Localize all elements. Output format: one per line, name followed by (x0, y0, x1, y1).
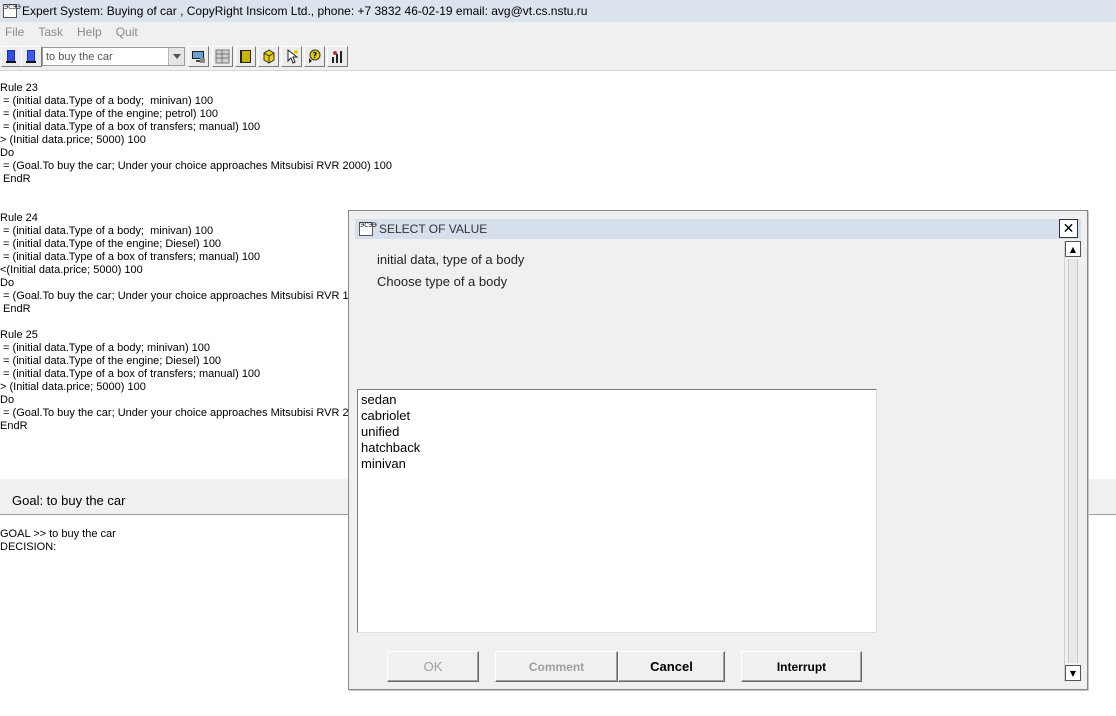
rule-line: = (initial data.Type of a body; minivan)… (0, 342, 211, 354)
scroll-down-icon[interactable]: ▼ (1065, 665, 1081, 681)
rule-line: = (initial data.Type of a body; minivan)… (0, 225, 214, 237)
save-book-icon[interactable] (21, 46, 42, 67)
goal-select-value: to buy the car (46, 50, 113, 63)
rule-line: EndR (0, 303, 31, 315)
rule-line: Rule 25 (0, 329, 38, 341)
rule-line: Do (0, 147, 15, 159)
toolbar: to buy the car ? (0, 42, 1116, 71)
rule-line: = (initial data.Type of the engine; petr… (0, 108, 219, 120)
dialog-scrollbar[interactable]: ▲ ▼ (1064, 241, 1081, 682)
rule-line: Rule 23 (0, 82, 38, 94)
rule-line: = (Goal.To buy the car; Under your choic… (0, 407, 361, 419)
dialog-titlebar: ЭСЭЭ SELECT OF VALUE (355, 219, 1081, 239)
menu-help[interactable]: Help (77, 25, 102, 39)
rule-block-24: Rule 24 = (initial data.Type of a body; … (0, 212, 361, 316)
rule-line: Do (0, 394, 15, 406)
svg-text:?: ? (313, 51, 318, 60)
rule-line: = (initial data.Type of a box of transfe… (0, 368, 261, 380)
close-icon: ✕ (1062, 220, 1075, 237)
select-value-dialog: ЭСЭЭ SELECT OF VALUE ✕ initial data, typ… (348, 210, 1088, 690)
cube-icon[interactable] (258, 46, 279, 67)
rule-block-25: Rule 25 = (initial data.Type of a body; … (0, 329, 361, 433)
list-item-minivan[interactable]: minivan (360, 456, 874, 472)
goal-label: Goal: to buy the car (12, 493, 126, 508)
list-item-hatchback[interactable]: hatchback (360, 440, 874, 456)
dialog-title: SELECT OF VALUE (379, 222, 488, 236)
yellow-book-icon[interactable] (235, 46, 256, 67)
output-line: DECISION: (0, 541, 57, 553)
scroll-up-icon[interactable]: ▲ (1065, 241, 1081, 257)
value-listbox[interactable]: sedan cabriolet unified hatchback miniva… (357, 389, 877, 633)
rule-line: EndR (0, 173, 31, 185)
rule-line: <(Initial data.price; 5000) 100 (0, 264, 143, 276)
rule-line: > (Initial data.price; 5000) 100 (0, 381, 146, 393)
menu-task[interactable]: Task (38, 25, 63, 39)
menu-quit[interactable]: Quit (116, 25, 138, 39)
chevron-down-icon[interactable] (168, 48, 184, 65)
chart-icon[interactable] (327, 46, 348, 67)
ok-button[interactable]: OK (387, 651, 479, 682)
rule-line: EndR (0, 420, 28, 432)
open-book-icon[interactable] (1, 46, 22, 67)
rule-line: = (initial data.Type of the engine; Dies… (0, 238, 222, 250)
list-item-sedan[interactable]: sedan (360, 392, 874, 408)
app-icon: ЭСЭЭ (3, 4, 21, 18)
help-icon[interactable]: ? (304, 46, 325, 67)
app-icon: ЭСЭЭ (359, 222, 377, 236)
rule-line: = (initial data.Type of the engine; Dies… (0, 355, 222, 367)
cancel-button[interactable]: Cancel (618, 651, 725, 682)
rule-line: = (Goal.To buy the car; Under your choic… (0, 290, 361, 302)
scrollbar-track[interactable] (1068, 259, 1078, 663)
rule-line: > (Initial data.price; 5000) 100 (0, 134, 146, 146)
interrupt-button[interactable]: Interrupt (741, 651, 862, 682)
output-line: GOAL >> to buy the car (0, 528, 116, 540)
close-button[interactable]: ✕ (1059, 219, 1078, 238)
rule-line: = (initial data.Type of a box of transfe… (0, 251, 261, 263)
window-title: Expert System: Buying of car , CopyRight… (22, 4, 588, 18)
rule-line: = (Goal.To buy the car; Under your choic… (0, 160, 393, 172)
monitor-icon[interactable] (188, 46, 209, 67)
goal-select[interactable]: to buy the car (42, 47, 185, 66)
rule-line: = (initial data.Type of a box of transfe… (0, 121, 261, 133)
pointer-icon[interactable] (281, 46, 302, 67)
dialog-attribute-name: initial data, type of a body (377, 252, 525, 267)
menu-file[interactable]: File (5, 25, 24, 39)
window-titlebar: ЭСЭЭ Expert System: Buying of car , Copy… (0, 0, 1116, 22)
rule-line: Do (0, 277, 15, 289)
rule-line: = (initial data.Type of a body; minivan)… (0, 95, 214, 107)
list-item-unified[interactable]: unified (360, 424, 874, 440)
menu-bar: File Task Help Quit (0, 22, 1116, 42)
dialog-prompt: Choose type of a body (377, 274, 508, 289)
comment-button[interactable]: Comment (495, 651, 618, 682)
list-item-cabriolet[interactable]: cabriolet (360, 408, 874, 424)
rule-line: Rule 24 (0, 212, 38, 224)
rule-block-23: Rule 23 = (initial data.Type of a body; … (0, 82, 392, 186)
output-area[interactable]: GOAL >> to buy the car DECISION: (0, 528, 116, 554)
grid-icon[interactable] (212, 46, 233, 67)
